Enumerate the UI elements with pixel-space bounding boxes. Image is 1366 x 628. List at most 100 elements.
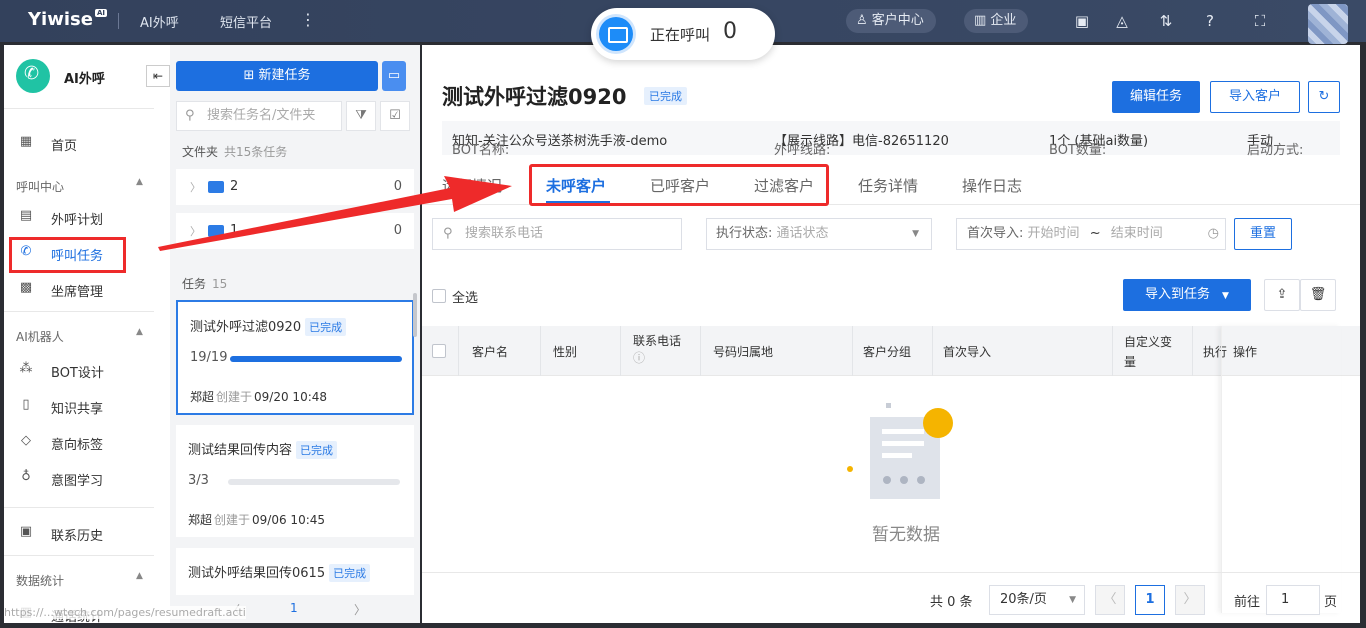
sidebar-item-call-plan[interactable]: ▤ 外呼计划 bbox=[4, 205, 154, 229]
col-gender: 性别 bbox=[553, 345, 578, 359]
export-button[interactable]: ⇪ bbox=[1264, 279, 1300, 311]
next-page-icon[interactable]: 〉 bbox=[354, 601, 366, 618]
help-icon[interactable]: ? bbox=[1200, 11, 1220, 31]
enterprise-button[interactable]: ▥ 企业 bbox=[964, 9, 1029, 33]
exec-status-select[interactable]: 执行状态: 通话状态 ▼ bbox=[706, 218, 932, 250]
caret-up-icon: ▲ bbox=[136, 327, 143, 337]
status-badge: 已完成 bbox=[644, 87, 687, 105]
customer-center-button[interactable]: ♙ 客户中心 bbox=[846, 9, 936, 33]
help-icon[interactable]: ⓘ bbox=[633, 351, 645, 365]
bell-icon[interactable]: ◬ bbox=[1112, 11, 1132, 31]
fullscreen-icon[interactable]: ⛶ bbox=[1250, 11, 1270, 31]
col-phone: 联系电话 ⓘ bbox=[633, 334, 682, 365]
search-icon: ⚲ bbox=[443, 226, 453, 241]
chevron-right-icon: 〉 bbox=[190, 181, 201, 194]
page-number[interactable]: 1 bbox=[290, 601, 298, 615]
main-content: 测试外呼过滤0920 已完成 编辑任务 导入客户 ↻ BOT名称: 知知-关注公… bbox=[422, 45, 1360, 623]
nodes-icon: ⁂ bbox=[19, 361, 33, 376]
more-icon[interactable]: ⋮ bbox=[300, 10, 316, 29]
progress-bar bbox=[228, 479, 400, 485]
calendar-icon: ▤ bbox=[19, 208, 33, 223]
refresh-icon: ↻ bbox=[1318, 89, 1330, 104]
first-import-date-range[interactable]: 首次导入: 开始时间 ~ 结束时间 ◷ bbox=[956, 218, 1226, 250]
progress-bar bbox=[230, 356, 402, 362]
batch-check-button[interactable]: ☑ bbox=[380, 101, 410, 131]
new-task-button[interactable]: ⊞ 新建任务 bbox=[176, 61, 378, 91]
page-size-select[interactable]: 20条/页 ▼ bbox=[989, 585, 1085, 615]
contacts-icon: ▣ bbox=[19, 524, 33, 539]
nav-sms-platform[interactable]: 短信平台 bbox=[220, 12, 272, 31]
highlight-box bbox=[9, 237, 126, 273]
tab-operation-log[interactable]: 操作日志 bbox=[962, 175, 1022, 196]
col-customer-name: 客户名 bbox=[472, 345, 509, 359]
nav-ai-call[interactable]: AI外呼 bbox=[140, 12, 179, 31]
status-url: https://...wtech.com/pages/resumedraft.a… bbox=[4, 606, 246, 619]
sidebar-item-seat-management[interactable]: ▩ 坐席管理 bbox=[4, 277, 154, 301]
status-badge: 已完成 bbox=[329, 564, 371, 582]
task-progress: 19/19 bbox=[190, 350, 228, 365]
task-name: 测试外呼结果回传0615 bbox=[188, 566, 326, 581]
divider bbox=[118, 13, 119, 29]
sidebar-item-knowledge-share[interactable]: ▯ 知识共享 bbox=[4, 394, 154, 418]
checkbox-icon: ☑ bbox=[389, 108, 401, 123]
trash-icon: 🗑 bbox=[1309, 287, 1327, 302]
edit-task-button[interactable]: 编辑任务 bbox=[1112, 81, 1200, 113]
tab-run-status[interactable]: 运行情况 bbox=[442, 175, 502, 196]
divider bbox=[4, 555, 154, 556]
task-progress: 3/3 bbox=[188, 473, 209, 488]
divider bbox=[4, 507, 154, 508]
scrollbar[interactable] bbox=[413, 293, 417, 337]
phone-search-input[interactable]: ⚲ 搜索联系电话 bbox=[432, 218, 682, 250]
reset-button[interactable]: 重置 bbox=[1234, 218, 1292, 250]
page-number[interactable]: 1 bbox=[1135, 585, 1165, 615]
group-ai-robot[interactable]: AI机器人 ▲ bbox=[16, 327, 143, 345]
folder-item[interactable]: 〉 10 bbox=[176, 213, 414, 249]
task-meta: 郑超 创建于 09/20 10:48 bbox=[190, 390, 328, 404]
delete-button[interactable]: 🗑 bbox=[1300, 279, 1336, 311]
filter-button[interactable]: ⧩ bbox=[346, 101, 376, 131]
task-card[interactable]: 测试外呼结果回传0615 已完成 bbox=[176, 548, 414, 595]
collapse-sidebar-button[interactable]: ⇤ bbox=[146, 65, 170, 87]
operation-column bbox=[1221, 326, 1341, 613]
refresh-button[interactable]: ↻ bbox=[1308, 81, 1340, 113]
header-checkbox[interactable] bbox=[432, 344, 446, 358]
prev-page-button[interactable]: 〈 bbox=[1095, 585, 1125, 615]
goto-page-input[interactable]: 1 bbox=[1266, 585, 1320, 615]
filter-icon: ⧩ bbox=[355, 108, 367, 123]
task-card[interactable]: 测试外呼过滤0920 已完成 19/19 郑超 创建于 09/20 10:48 bbox=[176, 300, 414, 415]
table-footer: 共 0 条 20条/页 ▼ 〈 1 〉 前往 1 页 bbox=[422, 572, 1360, 623]
task-info-bar: BOT名称: 知知-关注公众号送茶树洗手液-demo 外呼线路: 【展示线路】电… bbox=[442, 121, 1340, 158]
logo[interactable]: Yiwise AI bbox=[28, 9, 107, 30]
calling-label: 正在呼叫 bbox=[650, 26, 711, 44]
group-call-center[interactable]: 呼叫中心 ▲ bbox=[16, 177, 143, 195]
upload-download-icon[interactable]: ⇅ bbox=[1156, 11, 1176, 31]
folder-item[interactable]: 〉 20 bbox=[176, 169, 414, 205]
upload-icon: ⇪ bbox=[1276, 287, 1288, 302]
add-file-icon: ⊞ bbox=[243, 68, 259, 83]
task-meta: 郑超 创建于 09/06 10:45 bbox=[188, 513, 326, 527]
group-data-stats[interactable]: 数据统计 ▲ bbox=[16, 571, 143, 589]
sidebar-item-intent-tag[interactable]: ◇ 意向标签 bbox=[4, 430, 154, 454]
avatar[interactable] bbox=[1308, 4, 1348, 44]
calling-indicator[interactable]: 正在呼叫 0 bbox=[591, 8, 775, 60]
layout-icon: ▦ bbox=[19, 134, 33, 149]
import-customer-button[interactable]: 导入客户 bbox=[1210, 81, 1300, 113]
caret-up-icon: ▲ bbox=[136, 177, 143, 187]
select-all-checkbox[interactable] bbox=[432, 289, 446, 303]
sidebar-item-home[interactable]: ▦ 首页 bbox=[4, 131, 154, 155]
folder-button[interactable]: ▭ bbox=[382, 61, 406, 91]
sidebar-item-contact-history[interactable]: ▣ 联系历史 bbox=[4, 521, 154, 545]
page-title: 测试外呼过滤0920 bbox=[442, 85, 627, 109]
search-icon: ⚲ bbox=[185, 108, 195, 123]
task-card[interactable]: 测试结果回传内容 已完成 3/3 郑超 创建于 09/06 10:45 bbox=[176, 425, 414, 537]
import-to-task-button[interactable]: 导入到任务 ▼ bbox=[1123, 279, 1251, 311]
monitor-icon[interactable]: ▣ bbox=[1072, 11, 1092, 31]
next-page-button[interactable]: 〉 bbox=[1175, 585, 1205, 615]
task-search-input[interactable]: ⚲ 搜索任务名/文件夹 bbox=[176, 101, 342, 131]
tab-task-details[interactable]: 任务详情 bbox=[858, 175, 918, 196]
sidebar-item-bot-design[interactable]: ⁂ BOT设计 bbox=[4, 358, 154, 382]
page-unit-label: 页 bbox=[1324, 595, 1338, 610]
folder-icon bbox=[208, 181, 224, 193]
sidebar-item-intent-learning[interactable]: ♁ 意图学习 bbox=[4, 466, 154, 490]
grid-icon: ▩ bbox=[19, 280, 33, 295]
